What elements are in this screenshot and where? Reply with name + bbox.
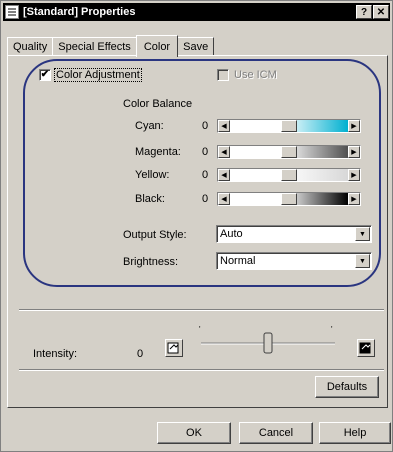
tab-quality[interactable]: Quality [7, 37, 54, 56]
color-balance-heading: Color Balance [123, 98, 193, 110]
window-title: [Standard] Properties [23, 6, 136, 18]
black-value: 0 [202, 193, 209, 205]
printer-properties-icon [5, 5, 19, 19]
tab-color[interactable]: Color [135, 35, 179, 57]
yellow-left-arrow[interactable]: ◀ [218, 169, 230, 181]
black-left-arrow[interactable]: ◀ [218, 193, 230, 205]
cyan-slider[interactable]: ◀ ▶ [217, 119, 361, 133]
tab-save[interactable]: Save [177, 37, 215, 56]
yellow-right-arrow[interactable]: ▶ [348, 169, 360, 181]
color-adjustment-checkbox[interactable]: ✔ Color Adjustment [39, 68, 142, 82]
help-bottom-button[interactable]: Help [319, 422, 391, 444]
help-button[interactable]: ? [356, 5, 372, 19]
separator-top [19, 309, 384, 311]
intensity-slider-graphic[interactable]: ' ' [197, 323, 339, 363]
magenta-slider-thumb[interactable] [281, 146, 297, 158]
cyan-label: Cyan: [135, 120, 164, 132]
cyan-left-arrow[interactable]: ◀ [218, 120, 230, 132]
increase-intensity-icon [359, 342, 371, 354]
yellow-slider-thumb[interactable] [281, 169, 297, 181]
magenta-slider[interactable]: ◀ ▶ [217, 145, 361, 159]
magenta-slider-track[interactable] [230, 146, 348, 158]
title-bar[interactable]: [Standard] Properties ? ✕ [3, 3, 390, 21]
svg-text:': ' [199, 325, 201, 334]
intensity-slider[interactable]: ' ' [197, 323, 339, 363]
output-style-label: Output Style: [123, 229, 187, 241]
magenta-right-arrow[interactable]: ▶ [348, 146, 360, 158]
intensity-label: Intensity: [33, 348, 78, 360]
brightness-label: Brightness: [123, 256, 179, 268]
cyan-slider-thumb[interactable] [281, 120, 297, 132]
defaults-button[interactable]: Defaults [315, 376, 379, 398]
tab-special-effects[interactable]: Special Effects [52, 37, 137, 56]
properties-dialog: [Standard] Properties ? ✕ Quality Specia… [0, 0, 393, 452]
output-style-dropdown-arrow[interactable]: ▼ [355, 227, 370, 241]
magenta-label: Magenta: [135, 146, 181, 158]
ok-button[interactable]: OK [157, 422, 231, 444]
use-icm-check[interactable] [217, 69, 229, 81]
black-slider[interactable]: ◀ ▶ [217, 192, 361, 206]
brightness-select[interactable]: Normal ▼ [216, 252, 372, 270]
use-icm-label: Use ICM [234, 69, 277, 81]
decrease-intensity-icon [167, 342, 179, 354]
brightness-value: Normal [220, 255, 256, 267]
yellow-slider-track[interactable] [230, 169, 348, 181]
yellow-value: 0 [202, 169, 209, 181]
yellow-label: Yellow: [135, 169, 170, 181]
intensity-decrease-button[interactable] [165, 339, 183, 357]
magenta-left-arrow[interactable]: ◀ [218, 146, 230, 158]
tab-strip: Quality Special Effects Color Save [7, 34, 215, 57]
black-slider-thumb[interactable] [281, 193, 297, 205]
cyan-slider-track[interactable] [230, 120, 348, 132]
intensity-increase-button[interactable] [357, 339, 375, 357]
separator-bottom [19, 369, 384, 371]
color-adjustment-check[interactable]: ✔ [39, 69, 51, 81]
close-button[interactable]: ✕ [373, 5, 389, 19]
cyan-value: 0 [202, 120, 209, 132]
svg-text:': ' [331, 325, 333, 334]
use-icm-checkbox[interactable]: Use ICM [217, 69, 277, 81]
color-adjustment-label: Color Adjustment [54, 68, 142, 82]
output-style-value: Auto [220, 228, 243, 240]
black-right-arrow[interactable]: ▶ [348, 193, 360, 205]
black-label: Black: [135, 193, 165, 205]
cyan-right-arrow[interactable]: ▶ [348, 120, 360, 132]
black-slider-track[interactable] [230, 193, 348, 205]
brightness-dropdown-arrow[interactable]: ▼ [355, 254, 370, 268]
cancel-button[interactable]: Cancel [239, 422, 313, 444]
yellow-slider[interactable]: ◀ ▶ [217, 168, 361, 182]
magenta-value: 0 [202, 146, 209, 158]
intensity-thumb[interactable] [263, 332, 273, 354]
intensity-value: 0 [137, 348, 144, 360]
output-style-select[interactable]: Auto ▼ [216, 225, 372, 243]
